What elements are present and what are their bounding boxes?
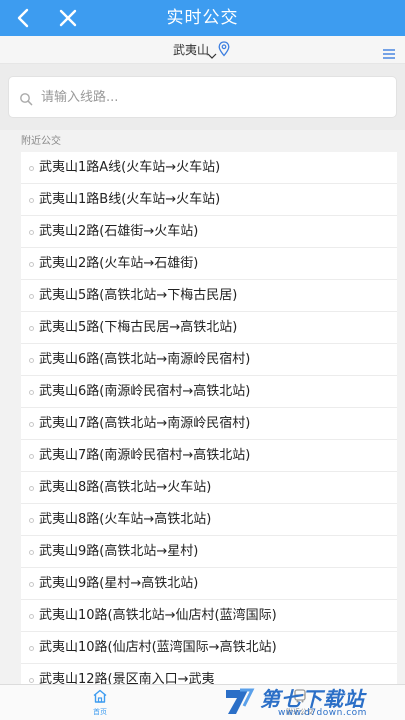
search-icon — [19, 91, 33, 106]
bullet-icon — [29, 294, 34, 299]
route-item[interactable]: 武夷山2路(石雄街→火车站) — [21, 216, 397, 248]
route-label: 武夷山5路(高铁北站→下梅古民居) — [39, 288, 238, 303]
route-label: 武夷山10路(仙店村(蓝湾国际→高铁北站) — [39, 640, 277, 655]
tab-home[interactable]: 首页 — [82, 687, 118, 719]
bullet-icon — [29, 646, 34, 651]
route-item[interactable]: 武夷山10路(仙店村(蓝湾国际→高铁北站) — [21, 632, 397, 664]
route-item[interactable]: 武夷山1路B线(火车站→火车站) — [21, 184, 397, 216]
bullet-icon — [29, 550, 34, 555]
bullet-icon — [29, 358, 34, 363]
route-label: 武夷山6路(南源岭民宿村→高铁北站) — [39, 384, 251, 399]
route-item[interactable]: 武夷山5路(下梅古民居→高铁北站) — [21, 312, 397, 344]
search-input[interactable] — [41, 85, 381, 109]
page-title: 实时公交 — [166, 8, 239, 28]
route-label: 武夷山9路(星村→高铁北站) — [39, 576, 199, 591]
bullet-icon — [29, 198, 34, 203]
route-item[interactable]: 武夷山8路(火车站→高铁北站) — [21, 504, 397, 536]
route-label: 武夷山8路(火车站→高铁北站) — [39, 512, 212, 527]
route-item[interactable]: 武夷山6路(南源岭民宿村→高铁北站) — [21, 376, 397, 408]
route-label: 武夷山2路(火车站→石雄街) — [39, 256, 199, 271]
route-label: 武夷山8路(高铁北站→火车站) — [39, 480, 212, 495]
bullet-icon — [29, 454, 34, 459]
bullet-icon — [29, 614, 34, 619]
route-label: 武夷山12路(景区南入口→武夷 — [39, 672, 215, 684]
location-pin-icon[interactable] — [218, 41, 230, 57]
bullet-icon — [29, 518, 34, 523]
search-area — [0, 64, 405, 130]
route-label: 武夷山2路(石雄街→火车站) — [39, 224, 199, 239]
route-item[interactable]: 武夷山6路(高铁北站→南源岭民宿村) — [21, 344, 397, 376]
route-label: 武夷山1路A线(火车站→火车站) — [39, 160, 221, 175]
home-icon — [93, 689, 107, 703]
route-label: 武夷山7路(高铁北站→南源岭民宿村) — [39, 416, 251, 431]
bullet-icon — [29, 678, 34, 683]
bullet-icon — [29, 326, 34, 331]
bullet-icon — [29, 230, 34, 235]
watermark: 第七下载站 www.d7down.com — [216, 684, 405, 720]
search-box[interactable] — [8, 76, 397, 118]
route-item[interactable]: 武夷山7路(南源岭民宿村→高铁北站) — [21, 440, 397, 472]
menu-icon[interactable] — [382, 45, 396, 59]
route-item[interactable]: 武夷山7路(高铁北站→南源岭民宿村) — [21, 408, 397, 440]
city-selector-bar: 武夷山 — [0, 36, 405, 64]
route-item[interactable]: 武夷山5路(高铁北站→下梅古民居) — [21, 280, 397, 312]
route-item[interactable]: 武夷山9路(星村→高铁北站) — [21, 568, 397, 600]
route-item[interactable]: 武夷山2路(火车站→石雄街) — [21, 248, 397, 280]
route-list: 武夷山1路A线(火车站→火车站) 武夷山1路B线(火车站→火车站) 武夷山2路(… — [21, 152, 397, 684]
bullet-icon — [29, 390, 34, 395]
bullet-icon — [29, 166, 34, 171]
route-label: 武夷山6路(高铁北站→南源岭民宿村) — [39, 352, 251, 367]
city-name[interactable]: 武夷山 — [173, 42, 209, 58]
section-title: 附近公交 — [21, 136, 61, 147]
chevron-down-icon[interactable] — [207, 45, 217, 59]
bullet-icon — [29, 422, 34, 427]
route-label: 武夷山9路(高铁北站→星村) — [39, 544, 199, 559]
watermark-url: www.d7down.com — [278, 708, 367, 718]
bullet-icon — [29, 486, 34, 491]
top-app-bar: 实时公交 — [0, 0, 405, 36]
route-item[interactable]: 武夷山1路A线(火车站→火车站) — [21, 152, 397, 184]
d7-logo — [222, 684, 256, 718]
route-label: 武夷山1路B线(火车站→火车站) — [39, 192, 221, 207]
route-item[interactable]: 武夷山10路(高铁北站→仙店村(蓝湾国际) — [21, 600, 397, 632]
route-item[interactable]: 武夷山8路(高铁北站→火车站) — [21, 472, 397, 504]
route-item[interactable]: 武夷山9路(高铁北站→星村) — [21, 536, 397, 568]
tab-home-label: 首页 — [93, 708, 107, 716]
bullet-icon — [29, 262, 34, 267]
bullet-icon — [29, 582, 34, 587]
route-item[interactable]: 武夷山12路(景区南入口→武夷 — [21, 664, 397, 684]
route-label: 武夷山10路(高铁北站→仙店村(蓝湾国际) — [39, 608, 277, 623]
route-label: 武夷山7路(南源岭民宿村→高铁北站) — [39, 448, 251, 463]
route-label: 武夷山5路(下梅古民居→高铁北站) — [39, 320, 238, 335]
